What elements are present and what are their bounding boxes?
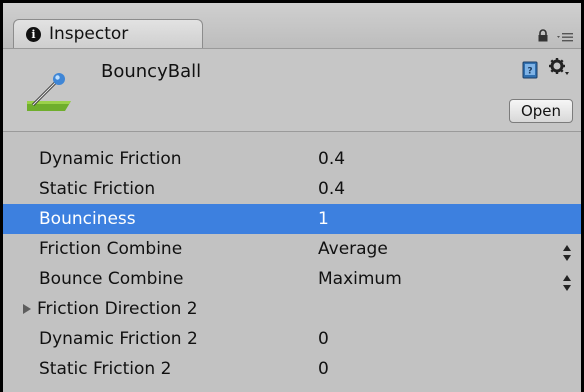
tab-controls [537,27,573,42]
open-button[interactable]: Open [509,99,573,123]
property-label: Static Friction 2 [39,359,172,379]
property-row-dynamic-friction-2[interactable]: Dynamic Friction 2 0 [3,324,581,354]
svg-text:?: ? [527,67,532,77]
asset-name: BouncyBall [101,61,202,82]
property-value[interactable]: 0.4 [318,144,345,174]
property-row-dynamic-friction[interactable]: Dynamic Friction 0.4 [3,144,581,174]
property-value[interactable]: 1 [318,204,329,234]
tab-inspector[interactable]: i Inspector [13,19,203,48]
lock-icon[interactable] [537,27,549,42]
tab-bar: i Inspector [3,3,581,49]
gear-icon[interactable] [548,57,570,82]
property-label: Bounciness [39,209,136,229]
property-value[interactable]: 0.4 [318,174,345,204]
property-dropdown-value[interactable]: Maximum [318,264,402,294]
property-value[interactable]: 0 [318,324,329,354]
property-label: Dynamic Friction 2 [39,329,198,349]
property-row-static-friction[interactable]: Static Friction 0.4 [3,174,581,204]
property-row-bounce-combine[interactable]: Bounce Combine Maximum [3,264,581,294]
property-list: Dynamic Friction 0.4 Static Friction 0.4… [3,144,581,384]
property-label: Dynamic Friction [39,149,182,169]
help-book-icon[interactable]: ? [522,61,538,83]
physic-material-icon [25,61,75,117]
property-row-bounciness[interactable]: Bounciness 1 [3,204,581,234]
tab-label: Inspector [49,24,129,44]
property-label: Bounce Combine [39,269,184,289]
stepper-arrows-icon[interactable] [563,241,571,261]
foldout-triangle-icon[interactable] [23,304,31,314]
property-row-friction-direction-2[interactable]: Friction Direction 2 [3,294,581,324]
tab-menu-icon[interactable] [557,28,573,41]
property-label: Friction Direction 2 [37,299,198,319]
property-row-static-friction-2[interactable]: Static Friction 2 0 [3,354,581,384]
property-label: Static Friction [39,179,156,199]
info-icon: i [26,26,41,42]
asset-header: BouncyBall ? Open [3,49,581,132]
property-value[interactable]: 0 [318,354,329,384]
property-row-friction-combine[interactable]: Friction Combine Average [3,234,581,264]
inspector-window: i Inspector BouncyBall ? Open Dynamic Fr… [3,3,581,392]
stepper-arrows-icon[interactable] [563,271,571,291]
property-dropdown-value[interactable]: Average [318,234,388,264]
property-label: Friction Combine [39,239,183,259]
